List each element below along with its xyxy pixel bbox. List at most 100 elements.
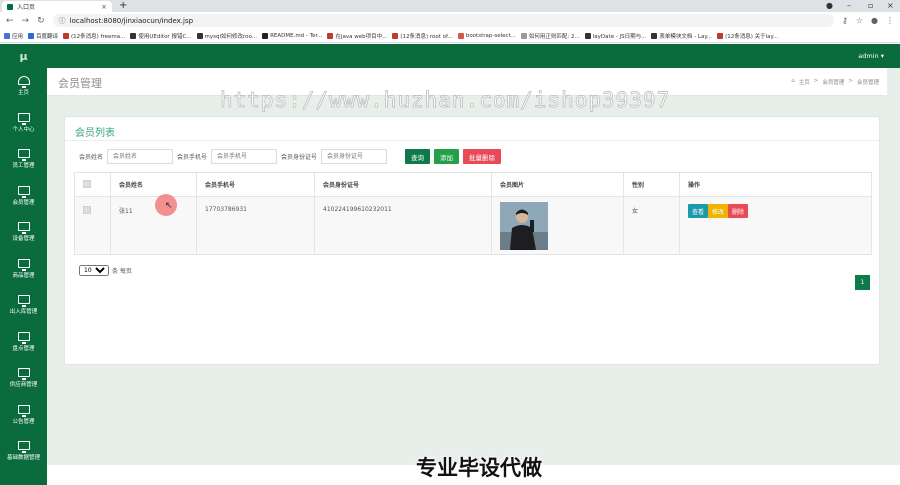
- monitor-icon: [17, 441, 30, 454]
- bookmark[interactable]: 使用UEditor 报错C...: [130, 32, 192, 40]
- sidebar-item-staff[interactable]: 员工管理: [0, 141, 47, 178]
- select-all-checkbox[interactable]: [83, 179, 91, 188]
- bookmark-icon: [584, 32, 591, 39]
- bookmarks-bar: 应用 百度翻译 (12条消息) freema... 使用UEditor 报错C.…: [0, 29, 900, 43]
- bookmark[interactable]: bootstrap-select...: [457, 32, 516, 39]
- bookmark[interactable]: (12条消息) root of...: [392, 32, 453, 40]
- sidebar-item-home[interactable]: 主页: [0, 68, 47, 105]
- monitor-icon: [17, 112, 30, 125]
- user-menu[interactable]: admin ▾: [858, 52, 884, 60]
- edit-button[interactable]: 修改: [708, 204, 729, 218]
- close-tab-icon[interactable]: ×: [101, 3, 107, 11]
- delete-button[interactable]: 删除: [728, 204, 749, 218]
- breadcrumb-home[interactable]: 主页: [799, 78, 810, 86]
- member-id-card-cell: 410224199610232011: [314, 196, 492, 255]
- back-icon[interactable]: ←: [6, 16, 14, 26]
- member-list-card: 会员列表 会员姓名 会员手机号 会员身份证号 查询 添加 批量删除 会员姓名: [64, 116, 880, 365]
- table-row: 张11 17703786931 410224199610232011 女 查看 …: [74, 196, 872, 255]
- monitor-icon: [17, 368, 30, 381]
- sidebar-item-suppliers[interactable]: 供应商管理: [0, 360, 47, 397]
- logo: μ: [19, 49, 28, 63]
- query-button[interactable]: 查询: [405, 149, 431, 164]
- maximize-icon[interactable]: ▫: [868, 0, 873, 12]
- breadcrumb-section[interactable]: 会员管理: [822, 78, 844, 86]
- star-icon[interactable]: ☆: [856, 16, 863, 25]
- profile-icon[interactable]: ●: [826, 0, 833, 12]
- bookmark[interactable]: README.md - Ter...: [262, 32, 322, 39]
- member-name-input[interactable]: [107, 149, 174, 164]
- sidebar-item-devices[interactable]: 设备管理: [0, 214, 47, 251]
- menu-icon[interactable]: ⋮: [886, 16, 894, 25]
- column-header: 会员手机号: [196, 172, 315, 197]
- phone-label: 会员手机号: [177, 154, 208, 161]
- sidebar-item-profile[interactable]: 个人中心: [0, 105, 47, 142]
- bookmark-icon: [327, 32, 334, 39]
- bookmark[interactable]: (12条消息) 关于lay...: [717, 32, 778, 40]
- per-page-label: 条 每页: [112, 268, 132, 275]
- bookmark[interactable]: 如何用正则匹配: 2...: [520, 32, 580, 40]
- breadcrumb-current: 会员管理: [856, 80, 879, 86]
- bookmark[interactable]: layDate - JS日期与...: [584, 32, 646, 40]
- main-content: 会员管理 ⌂ 主页 > 会员管理 > 会员管理 会员列表 会员姓名 会员手机号 …: [47, 68, 900, 465]
- bookmark[interactable]: 百度翻译: [28, 32, 58, 40]
- batch-delete-button[interactable]: 批量删除: [463, 149, 502, 164]
- view-button[interactable]: 查看: [688, 204, 709, 218]
- bookmark-icon: [457, 32, 464, 39]
- favicon-icon: [7, 3, 13, 10]
- bookmark[interactable]: 应用: [4, 32, 23, 40]
- page-title: 会员管理: [58, 77, 102, 90]
- bookmark-icon: [392, 32, 399, 39]
- monitor-icon: [17, 149, 30, 162]
- row-checkbox[interactable]: [83, 206, 91, 214]
- mouse-cursor-icon: ↖: [165, 201, 173, 211]
- close-window-icon[interactable]: ×: [887, 0, 894, 12]
- member-phone-input[interactable]: [211, 149, 278, 164]
- sidebar-item-goods[interactable]: 商品管理: [0, 251, 47, 288]
- minimize-icon[interactable]: –: [847, 0, 851, 12]
- name-label: 会员姓名: [79, 154, 104, 161]
- info-icon[interactable]: ⓘ: [59, 16, 66, 26]
- bookmark[interactable]: 在java web项目中...: [327, 32, 387, 40]
- column-header: 操作: [679, 172, 872, 197]
- breadcrumb-separator: >: [848, 78, 853, 84]
- sidebar-item-stocktake[interactable]: 盘点管理: [0, 324, 47, 361]
- member-table: 会员姓名 会员手机号 会员身份证号 会员图片 性别 操作 张11 1770378…: [74, 172, 872, 255]
- sidebar-item-members[interactable]: 会员管理: [0, 178, 47, 215]
- bookmark[interactable]: mysql如何修改roo...: [196, 32, 257, 40]
- sidebar: μ 主页 个人中心 员工管理 会员管理 设备管理 商品管理 出入库管理 盘点管理…: [0, 44, 47, 485]
- new-tab-icon[interactable]: +: [119, 0, 127, 12]
- top-navbar: admin ▾: [47, 44, 900, 68]
- account-icon[interactable]: ●: [871, 16, 878, 25]
- forward-icon[interactable]: →: [22, 16, 30, 26]
- url-field[interactable]: ⓘ localhost:8080/jinxiaocun/index.jsp: [52, 14, 834, 27]
- bookmark-icon: [196, 32, 203, 39]
- tab-title: 入口页: [17, 4, 36, 11]
- bookmark[interactable]: 表单模块文档 - Lay...: [651, 32, 712, 40]
- member-photo[interactable]: [500, 202, 548, 250]
- member-name-cell: 张11: [110, 196, 197, 255]
- bookmark-icon: [130, 32, 137, 39]
- member-id-card-input[interactable]: [321, 149, 388, 164]
- monitor-icon: [17, 222, 30, 235]
- sidebar-item-inventory[interactable]: 出入库管理: [0, 287, 47, 324]
- watermark: https://www.huzhan.com/ishop39397: [220, 88, 671, 113]
- member-phone-cell: 17703786931: [196, 196, 315, 255]
- bookmark-icon: [717, 32, 724, 39]
- reload-icon[interactable]: ↻: [37, 16, 45, 26]
- browser-tab[interactable]: 入口页 ×: [2, 1, 112, 12]
- bookmark[interactable]: (12条消息) freema...: [63, 32, 125, 40]
- member-gender-cell: 女: [623, 196, 680, 255]
- row-select-cell: [74, 196, 111, 255]
- page-button-current[interactable]: 1: [855, 275, 870, 290]
- monitor-icon: [17, 185, 30, 198]
- sidebar-item-notices[interactable]: 公告管理: [0, 397, 47, 434]
- page-size-select[interactable]: 10: [79, 265, 109, 276]
- column-header: 性别: [623, 172, 680, 197]
- apps-icon: [4, 32, 10, 39]
- add-button[interactable]: 添加: [434, 149, 460, 164]
- member-photo-cell: [491, 196, 624, 255]
- key-icon[interactable]: ⚷: [842, 16, 848, 25]
- breadcrumb-separator: >: [813, 78, 819, 84]
- actions-cell: 查看 修改 删除: [679, 196, 872, 255]
- caption: 专业毕设代做: [416, 456, 542, 480]
